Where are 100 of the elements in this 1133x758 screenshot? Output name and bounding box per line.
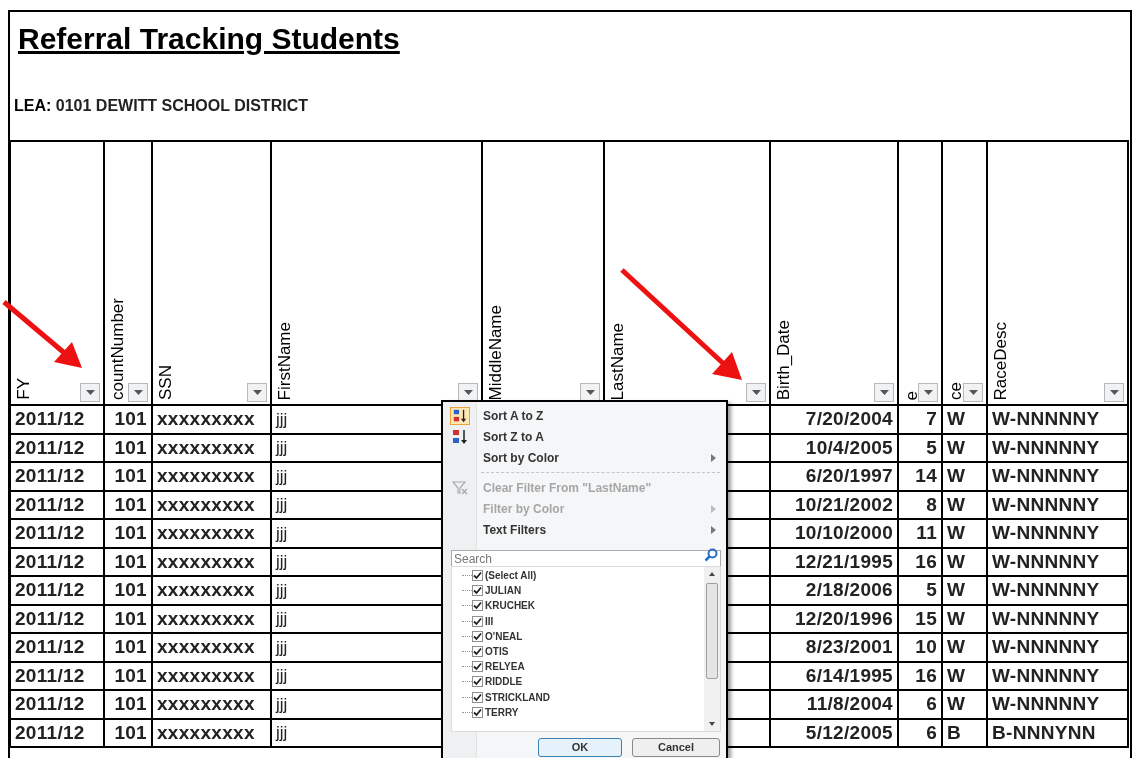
column-header: FirstName — [274, 321, 295, 400]
table-cell: 6 — [899, 719, 943, 748]
submenu-arrow-icon — [711, 453, 716, 462]
submenu-arrow-icon — [711, 525, 716, 534]
checkbox[interactable] — [472, 646, 483, 658]
lea-value: 0101 DEWITT SCHOOL DISTRICT — [55, 97, 308, 114]
column-header: SSN — [155, 365, 176, 400]
table-cell: xxxxxxxxx — [153, 463, 272, 492]
table-cell: W-NNNNNY — [988, 662, 1129, 691]
table-cell: 11 — [899, 520, 943, 549]
filter-value-label: O'NEAL — [485, 629, 523, 644]
table-cell: 8/23/2001 — [771, 634, 899, 663]
caret-icon — [252, 390, 262, 395]
caret-icon — [463, 390, 473, 395]
table-cell: W — [943, 605, 988, 634]
table-cell: W-NNNNNY — [988, 605, 1129, 634]
table-cell: 7/20/2004 — [771, 406, 899, 435]
checkbox[interactable] — [472, 691, 483, 703]
table-cell: W — [943, 691, 988, 720]
table-cell: W — [943, 662, 988, 691]
table-cell: W — [943, 520, 988, 549]
checkbox[interactable] — [472, 706, 483, 718]
table-cell: 2011/12 — [11, 520, 105, 549]
table-cell: 101 — [105, 434, 153, 463]
table-cell: B-NNNYNN — [988, 719, 1129, 748]
table-cell: 2011/12 — [11, 434, 105, 463]
table-cell: xxxxxxxxx — [153, 406, 272, 435]
filter-dropdown-button[interactable] — [963, 383, 983, 402]
filter-dropdown-button[interactable] — [128, 383, 148, 402]
table-cell: 101 — [105, 662, 153, 691]
table-cell: W-NNNNNY — [988, 577, 1129, 606]
table-cell: 10/10/2000 — [771, 520, 899, 549]
caret-icon — [85, 390, 95, 395]
table-cell: 14 — [899, 463, 943, 492]
filter-dropdown-button[interactable] — [1104, 383, 1124, 402]
dialog-button[interactable]: OK — [538, 738, 622, 757]
clear-filter-icon — [452, 480, 468, 495]
table-cell: 2011/12 — [11, 463, 105, 492]
table-cell: xxxxxxxxx — [153, 577, 272, 606]
table-cell: W — [943, 463, 988, 492]
table-cell: xxxxxxxxx — [153, 520, 272, 549]
column-header: RaceDesc — [990, 321, 1011, 400]
table-cell: 5/12/2005 — [771, 719, 899, 748]
table-cell: 7 — [899, 406, 943, 435]
table-cell: xxxxxxxxx — [153, 662, 272, 691]
column-header: Birth_Date — [773, 319, 794, 400]
checkbox[interactable] — [472, 585, 483, 597]
table-cell: 10/21/2002 — [771, 491, 899, 520]
table-cell: 101 — [105, 463, 153, 492]
checkbox[interactable] — [472, 676, 483, 688]
table-cell: 2011/12 — [11, 719, 105, 748]
filter-value-label: (Select All) — [485, 569, 537, 584]
table-cell: W — [943, 577, 988, 606]
column-header: countNumber — [107, 297, 128, 400]
table-cell: 6/14/1995 — [771, 662, 899, 691]
table-cell: 101 — [105, 548, 153, 577]
filter-dropdown-button[interactable] — [247, 383, 267, 402]
table-cell: 16 — [899, 548, 943, 577]
filter-dropdown-button[interactable] — [918, 383, 938, 402]
table-cell: W-NNNNNY — [988, 434, 1129, 463]
filter-dropdown-button[interactable] — [874, 383, 894, 402]
filter-value-label: STRICKLAND — [485, 690, 550, 705]
column-header: ce — [945, 382, 966, 400]
caret-icon — [879, 390, 889, 395]
checkbox[interactable] — [472, 630, 483, 642]
table-cell: 2011/12 — [11, 662, 105, 691]
table-cell: 10/4/2005 — [771, 434, 899, 463]
scrollbar[interactable] — [704, 567, 720, 731]
table-cell: W — [943, 434, 988, 463]
lea-label: LEA: — [14, 97, 52, 114]
table-cell: 6 — [899, 691, 943, 720]
column-header: FY — [13, 378, 34, 400]
dialog-button[interactable]: Cancel — [632, 738, 720, 757]
sort-descending-icon — [450, 427, 470, 446]
filter-dropdown-button[interactable] — [80, 383, 100, 402]
table-cell: W-NNNNNY — [988, 463, 1129, 492]
table-cell: 5 — [899, 577, 943, 606]
table-cell: 15 — [899, 605, 943, 634]
report-title: Referral Tracking Students — [18, 21, 400, 57]
table-cell: xxxxxxxxx — [153, 605, 272, 634]
submenu-arrow-icon — [711, 504, 716, 513]
table-cell: 2011/12 — [11, 691, 105, 720]
table-cell: 12/21/1995 — [771, 548, 899, 577]
caret-icon — [585, 390, 595, 395]
checkbox[interactable] — [472, 661, 483, 673]
filter-dropdown-button[interactable] — [746, 383, 766, 402]
column-header: LastName — [607, 322, 628, 400]
filter-value-label: III — [485, 614, 494, 629]
table-cell: 2011/12 — [11, 548, 105, 577]
filter-value-label: JULIAN — [485, 584, 522, 599]
table-cell: 2/18/2006 — [771, 577, 899, 606]
filter-value-label: KRUCHEK — [485, 599, 535, 614]
table-cell: 6/20/1997 — [771, 463, 899, 492]
table-cell: xxxxxxxxx — [153, 491, 272, 520]
checkbox[interactable] — [472, 600, 483, 612]
checkbox[interactable] — [472, 570, 483, 582]
column-header: MiddleName — [485, 304, 506, 400]
scroll-thumb[interactable] — [706, 583, 718, 679]
filter-value-label: RIDDLE — [485, 675, 523, 690]
checkbox[interactable] — [472, 615, 483, 627]
